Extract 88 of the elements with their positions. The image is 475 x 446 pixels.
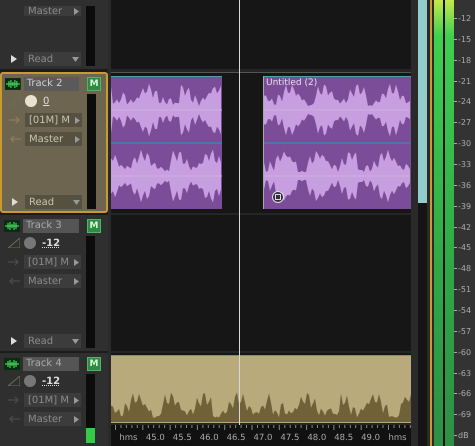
db-scale-label: -57 [458,326,472,336]
arrow-right-icon [8,258,20,266]
clip-title: Untitled (2) [266,78,318,88]
volume-knob[interactable] [25,95,37,107]
caret-icon [74,396,79,404]
volume-knob[interactable] [24,237,36,249]
arrow-left-icon [9,135,21,143]
ruler-label: 48.5 [333,433,354,443]
audio-clip[interactable]: Untitled (2) [263,76,411,209]
mute-button[interactable]: M [87,76,101,90]
waveform-icon [5,78,21,90]
ruler-label: 47.5 [279,433,300,443]
ruler-label: 47.0 [252,433,274,443]
ruler-label: 48.0 [306,433,328,443]
db-scale-label: -21 [458,76,472,86]
arrow-left-icon [8,415,20,423]
db-scale-label: -60 [458,348,472,357]
track-header[interactable]: Master Read [0,0,108,69]
vertical-scrollbar[interactable] [418,0,427,446]
caret-icon [72,56,79,62]
caret-icon [74,416,79,422]
caret-icon [73,200,80,204]
track-name-field[interactable]: Track 2 [24,76,80,90]
automation-dropdown[interactable]: Read [25,195,82,209]
db-scale-label: -36 [458,180,472,190]
output-dropdown[interactable]: Master [24,6,81,16]
output-dropdown[interactable]: Master [24,274,81,288]
automation-dropdown[interactable]: Read [24,334,81,348]
db-scale-label: -54 [458,306,472,315]
track-header[interactable]: Track 4 M -12 [01M] M Master [0,353,108,446]
volume-value[interactable]: 0 [43,96,50,106]
arrow-left-icon [8,277,20,285]
waveform-icon [4,358,20,370]
ruler-label: hms [387,433,408,443]
play-icon [11,337,17,345]
level-meter [86,6,95,66]
waveform-icon [4,220,20,232]
volume-value[interactable]: -12 [42,376,60,386]
arrow-right-icon [8,396,20,404]
volume-icon [8,238,20,248]
ruler-label: 45.5 [172,433,193,443]
db-scale-label: dB [458,431,469,440]
ruler-label: 49.0 [360,433,382,443]
caret-icon [75,136,80,142]
db-scale-label: -48 [458,264,472,274]
volume-value[interactable]: -12 [42,238,60,248]
ruler-label: 45.0 [144,433,166,443]
caret-icon [74,258,79,266]
output-dropdown[interactable]: Master [25,132,82,146]
db-scale-label: -18 [458,56,472,65]
db-scale-label: -45 [458,243,472,252]
mute-button[interactable]: M [87,218,101,232]
db-scale-label: -27 [458,118,472,128]
db-scale-label: -39 [458,202,472,211]
db-scale-label: -42 [458,222,472,232]
db-scale-label: -15 [458,34,472,44]
track-name-field[interactable]: Track 4 [23,356,79,370]
input-dropdown[interactable]: [01M] M [24,393,81,407]
db-scale-label: -63 [458,368,472,378]
mute-button[interactable]: M [87,356,101,370]
track-header[interactable]: Track 2 M 0 [01M] M Master Read [0,72,108,213]
input-dropdown[interactable]: [01M] M [25,113,82,127]
db-scale-label: -66 [458,389,472,398]
ruler-label: hms [118,433,138,443]
input-dropdown[interactable]: [01M] M [24,255,81,269]
automation-dropdown[interactable]: Read [24,52,81,66]
track-header[interactable]: Track 3 M -12 [01M] M Master Read [0,215,108,351]
volume-knob[interactable] [24,375,36,387]
db-scale-label: -51 [458,285,472,294]
db-scale-label: -12 [458,14,472,23]
play-icon [12,198,18,206]
db-scale-label: -69 [458,410,472,420]
db-scale-label: -33 [458,160,472,169]
track-name-field[interactable]: Track 3 [23,218,79,232]
ruler-label: 46.0 [198,433,220,443]
db-scale-label: -24 [458,97,472,106]
arrow-right-icon [9,116,21,124]
caret-icon [74,278,79,284]
output-dropdown[interactable]: Master [24,412,81,426]
volume-icon [8,376,20,386]
caret-icon [74,8,79,14]
caret-icon [75,116,80,124]
effect-icon [272,191,284,203]
play-icon [11,55,17,63]
ruler-label: 46.5 [226,433,247,443]
caret-icon [72,338,79,344]
level-meter [86,374,95,443]
db-scale-label: -30 [458,139,472,148]
